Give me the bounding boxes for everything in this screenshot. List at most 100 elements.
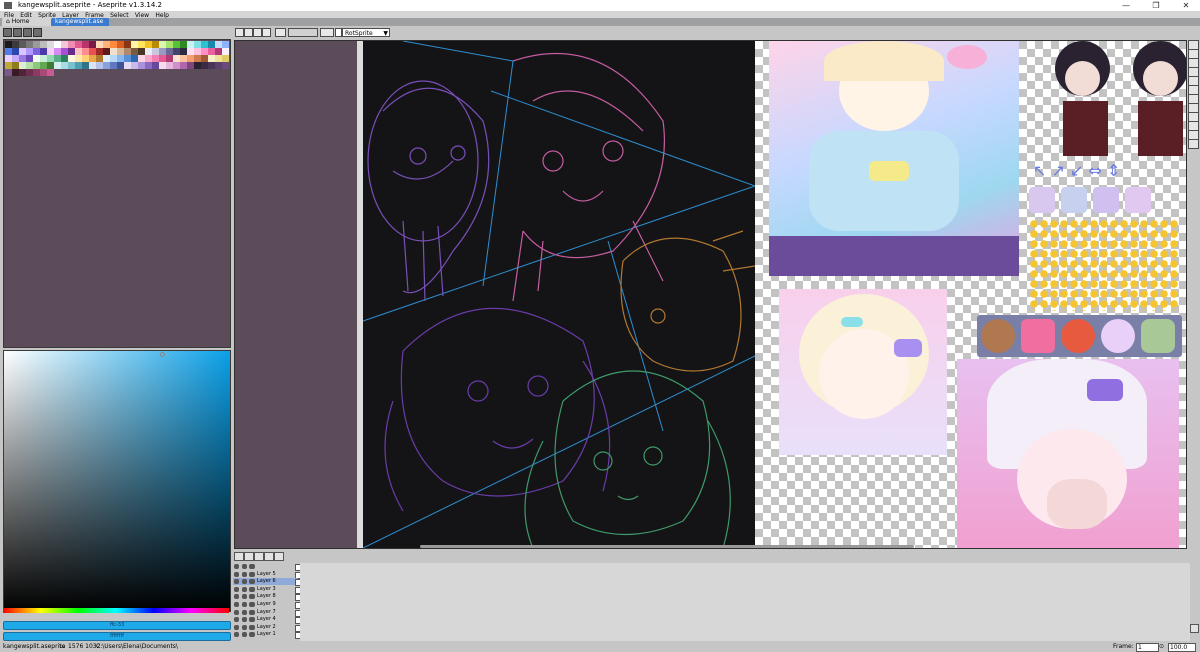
layer-row[interactable]: Layer 3 [233, 586, 302, 594]
palette-swatch[interactable] [12, 48, 19, 55]
zoom-field[interactable]: 100.0 [1168, 643, 1196, 652]
palette-swatch[interactable] [47, 41, 54, 48]
play-icon[interactable] [254, 552, 264, 561]
palette-swatch[interactable] [222, 48, 229, 55]
palette-sort-icon[interactable] [23, 28, 32, 37]
palette-swatch[interactable] [180, 62, 187, 69]
lock-icon[interactable] [242, 617, 247, 623]
palette-swatch[interactable] [180, 55, 187, 62]
palette-swatch[interactable] [96, 48, 103, 55]
palette-swatch[interactable] [187, 41, 194, 48]
minimize-button[interactable]: — [1116, 0, 1136, 11]
palette-swatch[interactable] [145, 41, 152, 48]
palette-swatch[interactable] [194, 48, 201, 55]
layer-row[interactable] [233, 563, 302, 571]
palette-swatch[interactable] [40, 69, 47, 76]
continuous-icon[interactable] [249, 617, 255, 623]
transparent-area[interactable]: ↖ ↗ ↙ ⇔ ⇕ [755, 41, 1186, 548]
palette-swatch[interactable] [194, 41, 201, 48]
eye-icon[interactable] [234, 564, 239, 569]
lock-icon[interactable] [242, 571, 247, 577]
palette-swatch[interactable] [145, 55, 152, 62]
palette-swatch[interactable] [103, 62, 110, 69]
palette-swatch[interactable] [33, 55, 40, 62]
palette-swatch[interactable] [131, 62, 138, 69]
palette-swatch[interactable] [131, 48, 138, 55]
palette-swatch[interactable] [33, 48, 40, 55]
palette-swatch[interactable] [40, 48, 47, 55]
palette-swatch[interactable] [159, 55, 166, 62]
palette-swatch[interactable] [152, 41, 159, 48]
previous-frame-icon[interactable] [244, 552, 254, 561]
layer-row[interactable]: Layer 7 [233, 609, 302, 617]
palette-swatch[interactable] [89, 62, 96, 69]
palette-swatch[interactable] [26, 48, 33, 55]
layer-row[interactable]: Layer 1 [233, 631, 302, 640]
palette-swatch[interactable] [75, 55, 82, 62]
palette-swatch[interactable] [138, 62, 145, 69]
eye-icon[interactable] [234, 632, 239, 638]
palette-swatch[interactable] [5, 48, 12, 55]
palette-swatch[interactable] [173, 55, 180, 62]
palette-swatch[interactable] [61, 62, 68, 69]
lock-icon[interactable] [242, 602, 247, 607]
palette-swatch[interactable] [208, 62, 215, 69]
illustration-sailor-girl[interactable] [769, 41, 1019, 276]
palette-edit-icon[interactable] [13, 28, 22, 37]
palette-swatch[interactable] [61, 41, 68, 48]
palette-swatch[interactable] [5, 41, 12, 48]
palette-swatch[interactable] [103, 55, 110, 62]
palette-swatch[interactable] [201, 55, 208, 62]
palette-swatch[interactable] [68, 41, 75, 48]
layer-row[interactable]: Layer 4 [233, 616, 302, 625]
palette-swatch[interactable] [68, 55, 75, 62]
palette-swatch[interactable] [145, 62, 152, 69]
palette-swatch[interactable] [75, 48, 82, 55]
eye-icon[interactable] [234, 624, 239, 630]
palette-swatch[interactable] [68, 48, 75, 55]
palette-swatch[interactable] [166, 62, 173, 69]
background-color-bar[interactable]: ffffffff [3, 632, 231, 641]
lock-icon[interactable] [242, 609, 247, 615]
palette-swatch[interactable] [12, 62, 19, 69]
layer-row[interactable]: Layer 9 [233, 601, 302, 609]
palette-swatch[interactable] [124, 41, 131, 48]
layer-row[interactable]: Layer 5 [233, 571, 302, 579]
hue-slider[interactable] [3, 608, 229, 613]
continuous-icon[interactable] [249, 609, 255, 615]
continuous-icon[interactable] [249, 586, 255, 592]
palette-swatch[interactable] [19, 62, 26, 69]
palette-swatch[interactable] [61, 55, 68, 62]
palette-swatch[interactable] [47, 62, 54, 69]
last-frame-icon[interactable] [274, 552, 284, 561]
palette-swatch[interactable] [138, 55, 145, 62]
palette-swatch[interactable] [12, 55, 19, 62]
palette-swatch[interactable] [138, 41, 145, 48]
selection-add-icon[interactable] [235, 28, 244, 37]
lock-icon[interactable] [242, 564, 247, 569]
palette-swatch[interactable] [117, 48, 124, 55]
eye-icon[interactable] [234, 586, 239, 592]
palette-swatch[interactable] [103, 41, 110, 48]
palette-swatch[interactable] [19, 48, 26, 55]
palette-swatch[interactable] [12, 41, 19, 48]
palette-swatch[interactable] [12, 69, 19, 76]
palette-swatch[interactable] [145, 48, 152, 55]
palette-swatch[interactable] [131, 55, 138, 62]
foreground-color-bar[interactable]: ffc-33 [3, 621, 231, 630]
palette-swatch[interactable] [96, 62, 103, 69]
eye-icon[interactable] [234, 602, 239, 607]
palette-swatch[interactable] [40, 55, 47, 62]
lock-icon[interactable] [242, 579, 247, 585]
palette-swatch[interactable] [138, 48, 145, 55]
continuous-icon[interactable] [249, 564, 255, 569]
palette-swatch[interactable] [180, 48, 187, 55]
palette-swatch[interactable] [26, 69, 33, 76]
palette-swatch[interactable] [152, 55, 159, 62]
layer-row[interactable]: Layer 2 [233, 624, 302, 632]
eye-icon[interactable] [234, 617, 239, 623]
emoji-sprite-sheet[interactable] [1029, 219, 1179, 311]
palette-swatch[interactable] [173, 41, 180, 48]
palette-swatch[interactable] [194, 55, 201, 62]
palette-swatch[interactable] [89, 41, 96, 48]
